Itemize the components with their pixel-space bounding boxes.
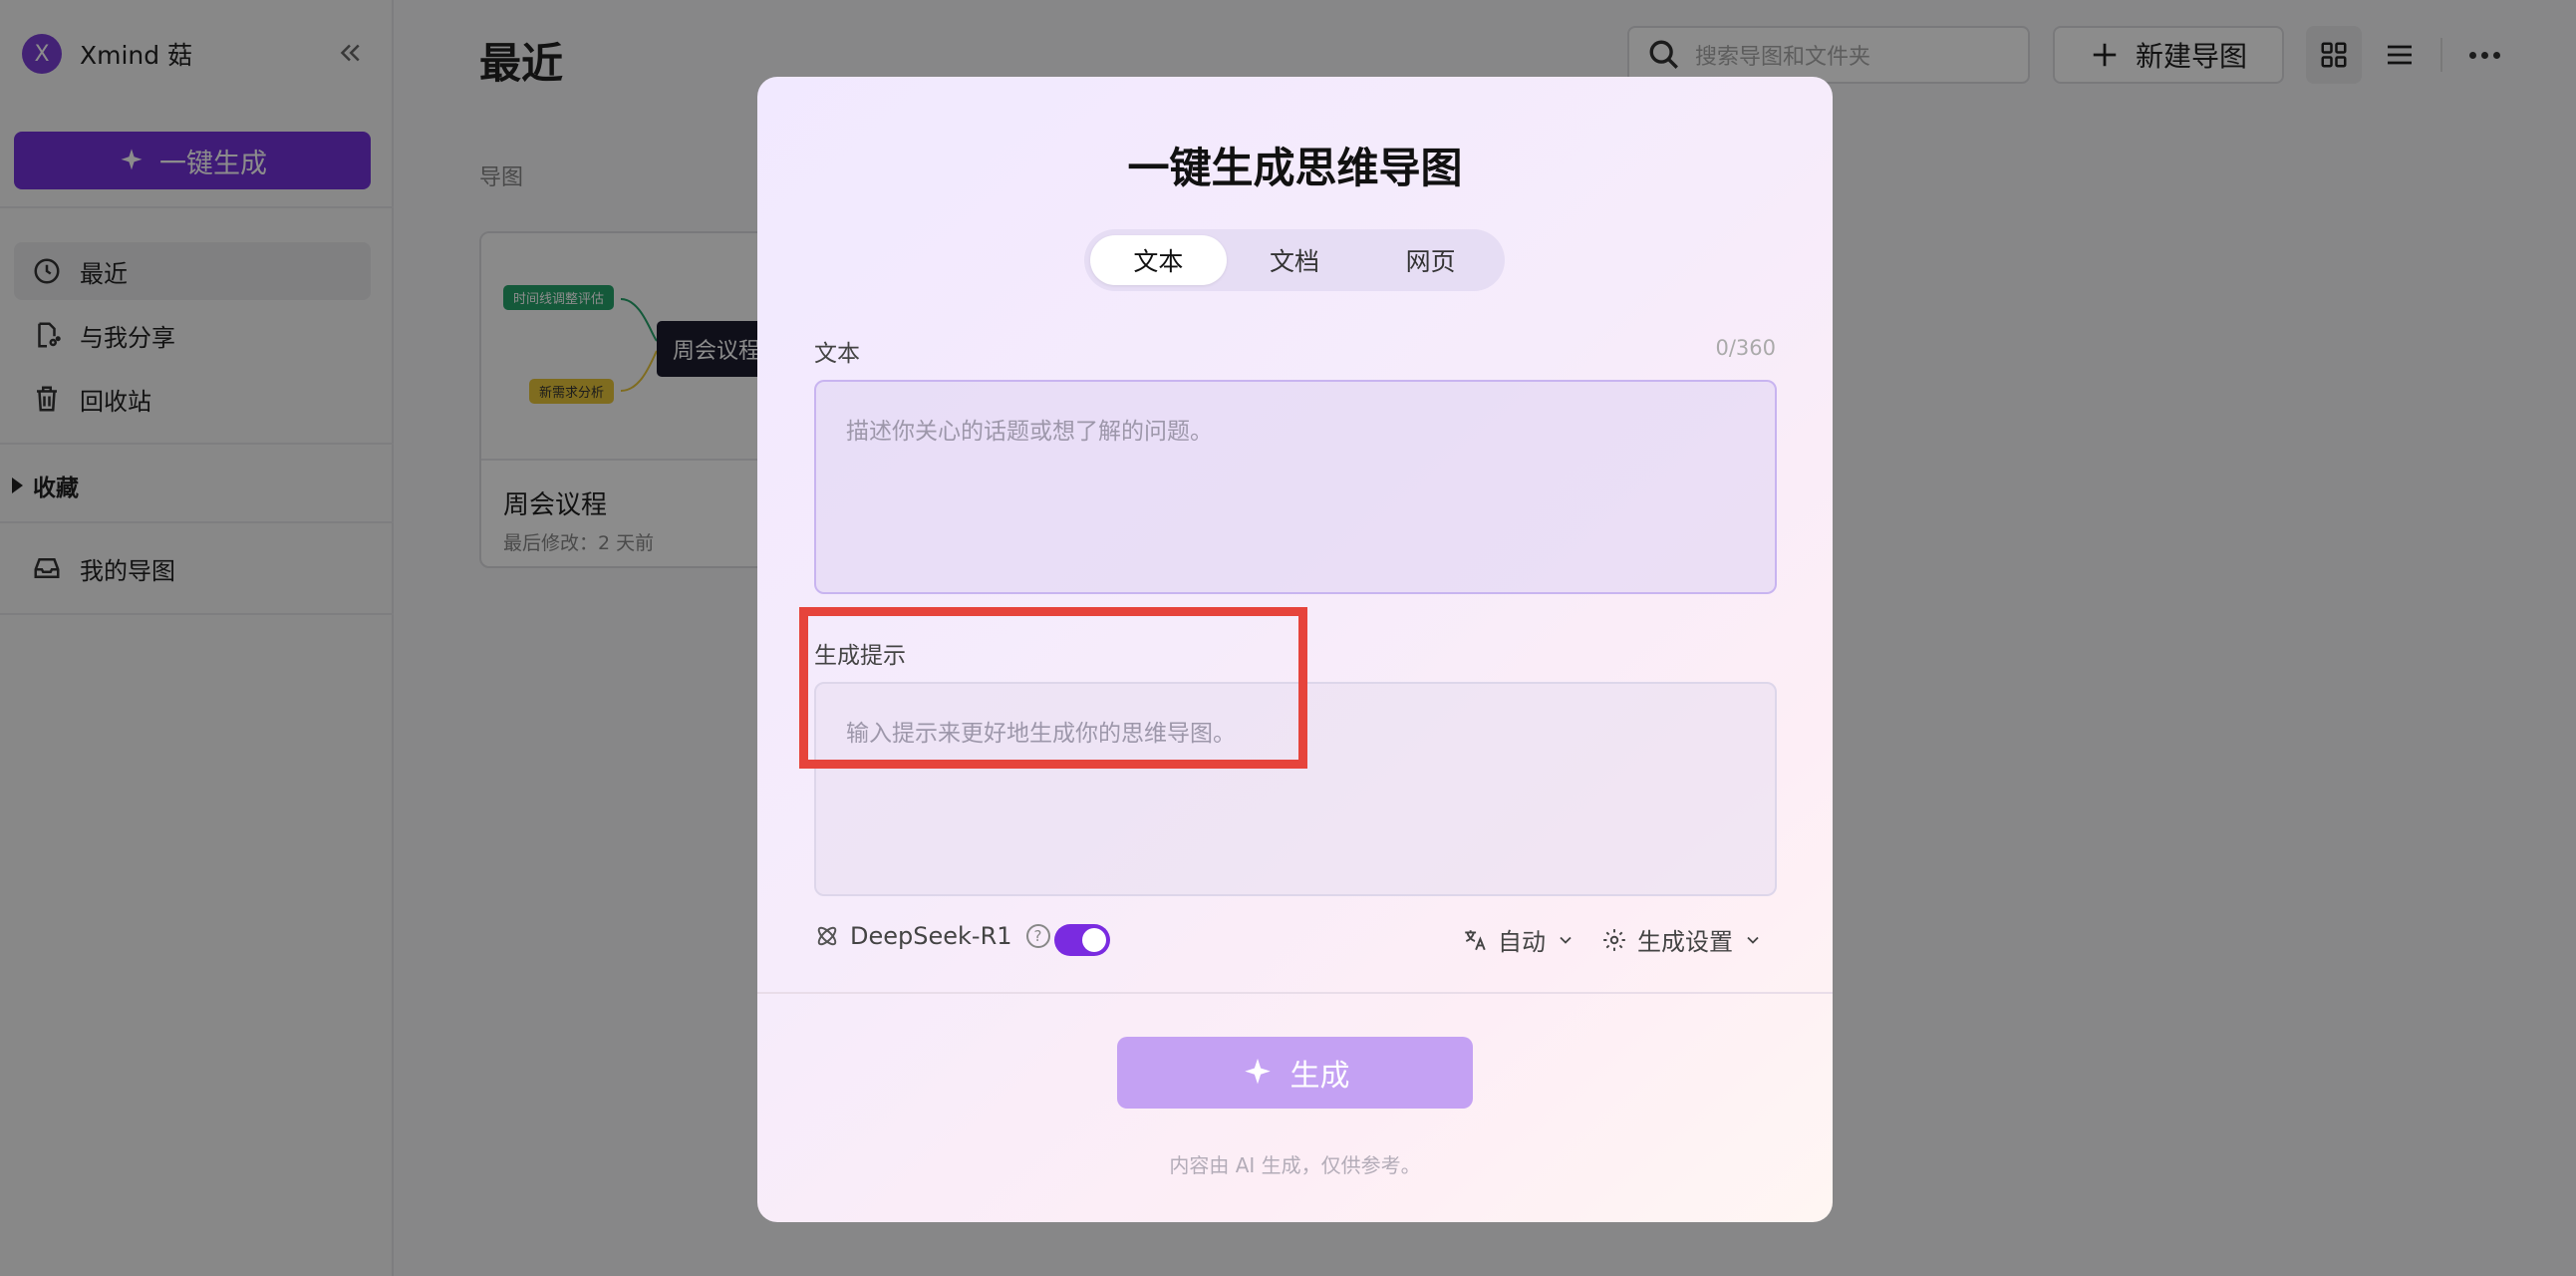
chevron-down-icon <box>1560 936 1572 944</box>
atom-icon <box>817 926 837 946</box>
annotation-highlight-box <box>799 607 1307 769</box>
language-dropdown[interactable]: 自动 <box>1462 922 1575 957</box>
chevron-down-icon <box>1747 936 1759 944</box>
tab-text[interactable]: 文本 <box>1090 235 1227 285</box>
source-tabs: 文本 文档 网页 <box>1084 229 1505 291</box>
model-toggle[interactable] <box>1054 924 1110 956</box>
language-label: 自动 <box>1498 928 1546 956</box>
topic-placeholder: 描述你关心的话题或想了解的问题。 <box>846 419 1213 445</box>
character-counter: 0/360 <box>1715 336 1776 360</box>
generation-options: DeepSeek-R1 ? 自动 生成设置 <box>814 922 1777 962</box>
generate-button-label: 生成 <box>1289 1059 1350 1094</box>
model-name: DeepSeek-R1 <box>850 922 1012 950</box>
ai-disclaimer: 内容由 AI 生成，仅供参考。 <box>1169 1153 1421 1177</box>
dialog-title: 一键生成思维导图 <box>1127 144 1463 192</box>
settings-label: 生成设置 <box>1637 928 1733 956</box>
gear-icon <box>1603 928 1625 951</box>
tab-webpage[interactable]: 网页 <box>1362 235 1499 285</box>
toggle-knob <box>1082 928 1106 952</box>
translate-icon <box>1465 929 1486 950</box>
generate-button[interactable]: 生成 <box>1117 1037 1473 1109</box>
model-selector[interactable]: DeepSeek-R1 ? <box>814 922 1050 950</box>
dialog-divider <box>757 992 1833 994</box>
text-field-label: 文本 <box>814 341 860 367</box>
topic-textarea[interactable]: 描述你关心的话题或想了解的问题。 <box>814 380 1777 594</box>
generation-settings-dropdown[interactable]: 生成设置 <box>1601 922 1763 957</box>
tab-document[interactable]: 文档 <box>1227 235 1363 285</box>
help-icon[interactable]: ? <box>1025 924 1050 948</box>
sparkle-icon <box>1244 1058 1271 1085</box>
